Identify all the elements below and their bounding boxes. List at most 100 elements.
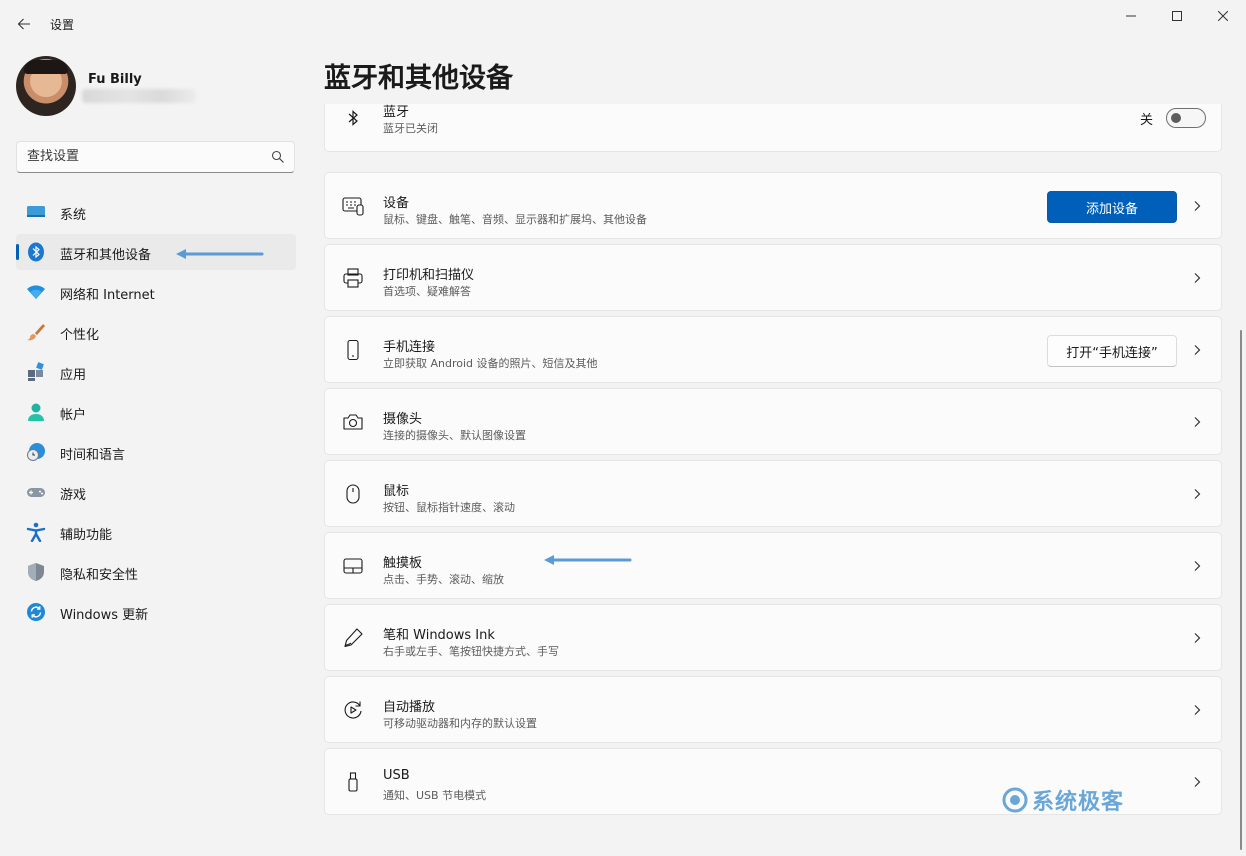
settings-window: 设置 Fu Billy 系统 蓝牙和其他设备 [0, 0, 1246, 856]
sidebar-item-accessibility[interactable]: 辅助功能 [16, 514, 296, 550]
card-title: 摄像头 [383, 412, 423, 427]
watermark-logo-icon [1002, 787, 1028, 813]
sidebar-item-system[interactable]: 系统 [16, 194, 296, 230]
annotation-arrow-sidebar [176, 249, 264, 259]
mouse-card[interactable]: 鼠标 按钮、鼠标指针速度、滚动 [324, 460, 1222, 527]
card-title: 设备 [383, 196, 410, 211]
close-icon [1218, 11, 1228, 21]
sidebar-item-label: 系统 [60, 208, 87, 223]
card-title: 触摸板 [383, 556, 423, 571]
brush-icon [26, 322, 46, 342]
sidebar-item-gaming[interactable]: 游戏 [16, 474, 296, 510]
camera-icon [342, 411, 364, 433]
globe-clock-icon [26, 442, 46, 462]
autoplay-card[interactable]: 自动播放 可移动驱动器和内存的默认设置 [324, 676, 1222, 743]
pen-ink-card[interactable]: 笔和 Windows Ink 右手或左手、笔按钮快捷方式、手写 [324, 604, 1222, 671]
card-subtitle: 首选项、疑难解答 [383, 285, 471, 298]
chevron-right-icon [1194, 273, 1201, 283]
chevron-right-icon [1194, 705, 1201, 715]
sidebar-item-label: 个性化 [60, 328, 100, 343]
close-button[interactable] [1200, 0, 1246, 32]
card-subtitle: 可移动驱动器和内存的默认设置 [383, 717, 537, 730]
card-title: 蓝牙 [383, 105, 410, 120]
usb-icon [342, 771, 364, 793]
chevron-right-icon [1194, 777, 1201, 787]
card-subtitle: 按钮、鼠标指针速度、滚动 [383, 501, 515, 514]
annotation-arrow-touchpad [544, 555, 632, 565]
phone-icon [342, 339, 364, 361]
sidebar-item-label: 隐私和安全性 [60, 568, 139, 583]
sidebar-item-label: 辅助功能 [60, 528, 113, 543]
chevron-right-icon [1194, 345, 1201, 355]
card-subtitle: 右手或左手、笔按钮快捷方式、手写 [383, 645, 559, 658]
card-title: 手机连接 [383, 340, 436, 355]
user-name: Fu Billy [88, 72, 142, 87]
card-title: 笔和 Windows Ink [383, 628, 495, 643]
add-device-button[interactable]: 添加设备 [1047, 191, 1177, 223]
bluetooth-toggle-label: 关 [1140, 113, 1154, 128]
touchpad-card[interactable]: 触摸板 点击、手势、滚动、缩放 [324, 532, 1222, 599]
page-title: 蓝牙和其他设备 [324, 63, 513, 94]
sidebar-item-label: 应用 [60, 368, 87, 383]
sidebar-item-label: 时间和语言 [60, 448, 126, 463]
settings-content: 蓝牙 蓝牙已关闭 关 设备 鼠标、键盘、触笔、音频、显示器和扩展坞、其他设备 添… [324, 104, 1222, 856]
app-title: 设置 [50, 18, 75, 32]
search-box[interactable] [16, 141, 295, 173]
sidebar-item-apps[interactable]: 应用 [16, 354, 296, 390]
sidebar-item-label: 帐户 [60, 408, 87, 423]
maximize-button[interactable] [1154, 0, 1200, 32]
card-subtitle: 蓝牙已关闭 [383, 122, 438, 135]
search-icon[interactable] [271, 150, 285, 164]
chevron-right-icon [1194, 417, 1201, 427]
bluetooth-icon [26, 242, 46, 262]
printer-icon [342, 267, 364, 289]
sidebar-item-time-language[interactable]: 时间和语言 [16, 434, 296, 470]
scrollbar[interactable] [1240, 330, 1242, 850]
pen-icon [342, 627, 364, 649]
maximize-icon [1172, 11, 1182, 21]
sidebar-item-windows-update[interactable]: Windows 更新 [16, 594, 296, 630]
card-subtitle: 立即获取 Android 设备的照片、短信及其他 [383, 357, 598, 370]
bluetooth-icon [342, 107, 364, 129]
card-subtitle: 连接的摄像头、默认图像设置 [383, 429, 526, 442]
camera-card[interactable]: 摄像头 连接的摄像头、默认图像设置 [324, 388, 1222, 455]
chevron-right-icon [1194, 561, 1201, 571]
wifi-icon [26, 282, 46, 302]
update-icon [26, 602, 46, 622]
avatar[interactable] [16, 56, 76, 116]
watermark-text: 系统极客 [1032, 790, 1125, 815]
open-phone-link-button[interactable]: 打开“手机连接” [1047, 335, 1177, 367]
toggle-knob [1171, 113, 1181, 123]
sidebar-item-label: Windows 更新 [60, 608, 149, 623]
bluetooth-toggle[interactable] [1166, 108, 1206, 128]
back-button[interactable] [10, 10, 38, 38]
devices-card[interactable]: 设备 鼠标、键盘、触笔、音频、显示器和扩展坞、其他设备 添加设备 [324, 172, 1222, 239]
mouse-icon [342, 483, 364, 505]
card-title: 鼠标 [383, 484, 410, 499]
sidebar-item-label: 蓝牙和其他设备 [60, 248, 152, 263]
sidebar-item-accounts[interactable]: 帐户 [16, 394, 296, 430]
search-input[interactable] [27, 149, 257, 164]
apps-icon [26, 362, 46, 382]
back-arrow-icon [17, 18, 30, 30]
sidebar-item-network[interactable]: 网络和 Internet [16, 274, 296, 310]
printers-card[interactable]: 打印机和扫描仪 首选项、疑难解答 [324, 244, 1222, 311]
card-title: USB [383, 768, 410, 783]
sidebar-item-personalization[interactable]: 个性化 [16, 314, 296, 350]
card-title: 自动播放 [383, 700, 436, 715]
accessibility-icon [26, 522, 46, 542]
card-subtitle: 鼠标、键盘、触笔、音频、显示器和扩展坞、其他设备 [383, 213, 647, 226]
card-title: 打印机和扫描仪 [383, 268, 475, 283]
sidebar-item-label: 游戏 [60, 488, 87, 503]
autoplay-icon [342, 699, 364, 721]
phone-link-card[interactable]: 手机连接 立即获取 Android 设备的照片、短信及其他 打开“手机连接” [324, 316, 1222, 383]
bluetooth-card[interactable]: 蓝牙 蓝牙已关闭 关 [324, 104, 1222, 152]
chevron-right-icon [1194, 201, 1201, 211]
card-subtitle: 点击、手势、滚动、缩放 [383, 573, 504, 586]
card-subtitle: 通知、USB 节电模式 [383, 789, 487, 802]
sidebar-item-privacy[interactable]: 隐私和安全性 [16, 554, 296, 590]
chevron-right-icon [1194, 489, 1201, 499]
sidebar-item-label: 网络和 Internet [60, 288, 155, 303]
account-icon [26, 402, 46, 422]
minimize-button[interactable] [1108, 0, 1154, 32]
